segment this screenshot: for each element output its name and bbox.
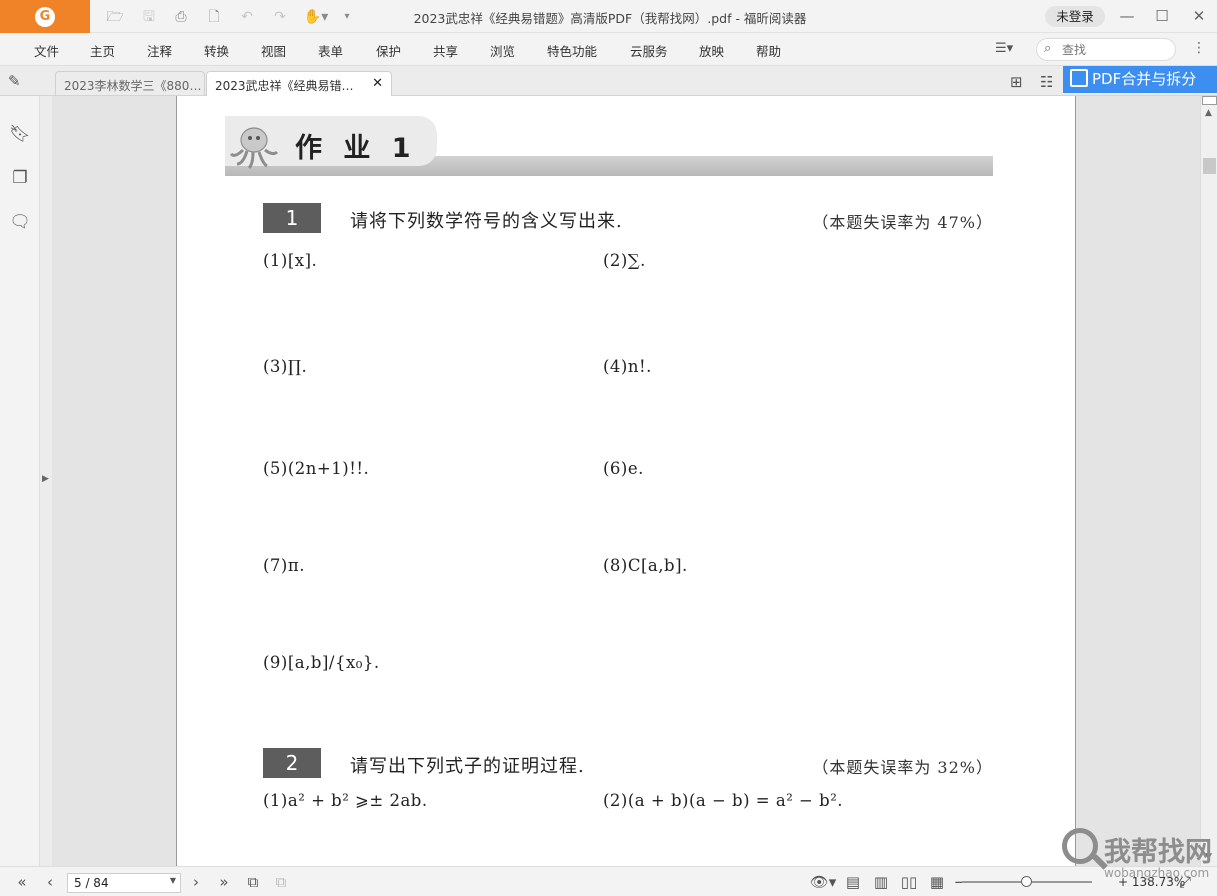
watermark-text: 我帮找网 — [1104, 837, 1212, 868]
document-view[interactable]: 作 业 1 1 请将下列数学符号的含义写出来. （本题失误率为 47%） (1)… — [52, 96, 1200, 866]
question-number: 2 — [263, 748, 321, 778]
undo-icon[interactable]: ↶ — [236, 7, 258, 27]
bookmark-icon[interactable]: 🔖︎ — [9, 124, 31, 146]
save-icon[interactable]: 🖫 — [138, 7, 160, 27]
tab-close-icon[interactable]: ✕ — [372, 76, 383, 91]
facing-page-icon[interactable]: ▯▯ — [899, 873, 919, 891]
watermark: 我帮找网 wobangzhao.com — [1060, 826, 1212, 886]
reading-mode-icon[interactable]: ☰▾ — [995, 41, 1013, 56]
tab-label: 2023李林数学三《880… — [64, 79, 202, 93]
promo-label: PDF合并与拆分 — [1092, 70, 1197, 88]
question-text: 请写出下列式子的证明过程. — [350, 756, 585, 777]
question-item: (9)[a,b]/{x₀}. — [263, 653, 380, 672]
scroll-thumb[interactable] — [1203, 158, 1216, 174]
continuous-facing-icon[interactable]: ▦ — [927, 873, 947, 891]
open-folder-icon[interactable]: 🗁 — [104, 7, 126, 27]
zoom-slider-knob[interactable] — [1021, 876, 1032, 887]
merge-split-icon — [1070, 69, 1088, 87]
homework-heading: 作 业 1 — [295, 133, 417, 164]
watermark-url: wobangzhao.com — [1104, 866, 1210, 880]
tab-document-1[interactable]: 2023李林数学三《880… — [55, 71, 205, 96]
menu-features[interactable]: 特色功能 — [547, 41, 597, 60]
eye-mode-icon[interactable]: 👁︎▾ — [808, 873, 838, 891]
octopus-mascot-icon — [229, 127, 279, 170]
left-sidebar: 🔖︎ ❐ 🗨︎ — [0, 96, 40, 866]
question-item: (1)a² + b² ⩾± 2ab. — [263, 791, 428, 810]
search-input[interactable] — [1062, 42, 1167, 58]
login-button[interactable]: 未登录 — [1045, 6, 1105, 27]
menu-view[interactable]: 视图 — [261, 41, 286, 60]
expand-arrow-icon: ▶ — [42, 474, 49, 484]
menu-browse[interactable]: 浏览 — [490, 41, 515, 60]
menu-bar: 文件 主页 注释 转换 视图 表单 保护 共享 浏览 特色功能 云服务 放映 帮… — [0, 33, 1217, 66]
menu-share[interactable]: 共享 — [433, 41, 458, 60]
pdf-merge-split-button[interactable]: PDF合并与拆分 — [1063, 66, 1217, 93]
heading-tab: 作 业 1 — [225, 116, 437, 170]
page-list-icon[interactable]: ☷ — [1040, 73, 1053, 91]
window-title: 2023武忠祥《经典易错题》高清版PDF（我帮找网）.pdf - 福昕阅读器 — [413, 11, 807, 26]
title-bar: G 🗁 🖫 ⎙ 🗋 ↶ ↷ ✋▾ ▾ 2023武忠祥《经典易错题》高清版PDF（… — [0, 0, 1217, 33]
tab-bar: ✎ 2023李林数学三《880… 2023武忠祥《经典易错… ✕ ⊞ ☷ — [0, 66, 1217, 96]
print-icon[interactable]: ⎙ — [170, 7, 192, 27]
question-text: 请将下列数学符号的含义写出来. — [350, 211, 623, 232]
question-item: (7)π. — [263, 556, 305, 575]
annotate-pen-icon[interactable]: ✎ — [8, 72, 21, 90]
menu-form[interactable]: 表单 — [318, 41, 343, 60]
rotate-view-icon[interactable]: ⧉ — [243, 873, 263, 891]
continuous-page-icon[interactable]: ▥ — [871, 873, 891, 891]
close-icon[interactable]: ✕ — [1188, 5, 1210, 27]
split-view-icon[interactable]: ⧉ — [271, 873, 291, 891]
minimize-icon[interactable]: — — [1116, 5, 1138, 27]
question-item: (1)[x]. — [263, 251, 318, 270]
sidebar-expander[interactable]: ▶ — [40, 96, 52, 866]
pages-icon[interactable]: ❐ — [9, 168, 31, 190]
redo-icon[interactable]: ↷ — [269, 7, 291, 27]
app-logo[interactable]: G — [0, 0, 90, 33]
single-page-icon[interactable]: ▤ — [843, 873, 863, 891]
error-rate: （本题失误率为 47%） — [812, 213, 993, 232]
grid-view-icon[interactable]: ⊞ — [1010, 73, 1023, 91]
more-options-icon[interactable]: ⋮ — [1192, 40, 1206, 56]
search-icon: ⌕ — [1044, 41, 1052, 56]
comments-icon[interactable]: 🗨︎ — [9, 212, 31, 234]
menu-protect[interactable]: 保护 — [376, 41, 401, 60]
app-logo-icon: G — [35, 6, 55, 27]
scroll-up-icon[interactable]: ▲ — [1205, 108, 1212, 118]
question-item: (2)(a + b)(a − b) = a² − b². — [603, 791, 844, 810]
page-number-field[interactable]: 5 / 84 ▼ — [67, 873, 181, 893]
page-dropdown-icon[interactable]: ▼ — [170, 876, 176, 885]
first-page-icon[interactable]: « — [12, 873, 32, 891]
scroll-top-button[interactable] — [1202, 96, 1217, 105]
menu-file[interactable]: 文件 — [34, 41, 59, 60]
page-number-value: 5 / 84 — [74, 876, 109, 890]
last-page-icon[interactable]: » — [214, 873, 234, 891]
maximize-icon[interactable]: ☐ — [1151, 5, 1173, 27]
search-box[interactable]: ⌕ — [1036, 38, 1176, 61]
menu-cloud[interactable]: 云服务 — [630, 41, 668, 60]
question-item: (4)n!. — [603, 357, 652, 376]
next-page-icon[interactable]: › — [186, 873, 206, 891]
menu-convert[interactable]: 转换 — [204, 41, 229, 60]
menu-comment[interactable]: 注释 — [147, 41, 172, 60]
menu-slideshow[interactable]: 放映 — [699, 41, 724, 60]
question-item: (5)(2n+1)!!. — [263, 459, 370, 478]
vertical-scrollbar[interactable]: ▲ ▼ — [1200, 96, 1217, 866]
menu-help[interactable]: 帮助 — [756, 41, 781, 60]
question-item: (3)∏. — [263, 357, 308, 376]
tab-document-2[interactable]: 2023武忠祥《经典易错… ✕ — [206, 71, 392, 96]
previous-page-icon[interactable]: ‹ — [40, 873, 60, 891]
tab-label: 2023武忠祥《经典易错… — [215, 79, 354, 93]
new-document-icon[interactable]: 🗋 — [203, 7, 225, 27]
status-bar: « ‹ 5 / 84 ▼ › » ⧉ ⧉ 👁︎▾ ▤ ▥ ▯▯ ▦ − + 13… — [0, 866, 1217, 896]
pdf-page: 作 业 1 1 请将下列数学符号的含义写出来. （本题失误率为 47%） (1)… — [176, 96, 1076, 866]
menu-home[interactable]: 主页 — [90, 41, 115, 60]
question-number: 1 — [263, 203, 321, 233]
question-item: (6)e. — [603, 459, 644, 478]
error-rate: （本题失误率为 32%） — [812, 758, 993, 777]
question-item: (8)C[a,b]. — [603, 556, 688, 575]
question-item: (2)∑. — [603, 251, 646, 270]
